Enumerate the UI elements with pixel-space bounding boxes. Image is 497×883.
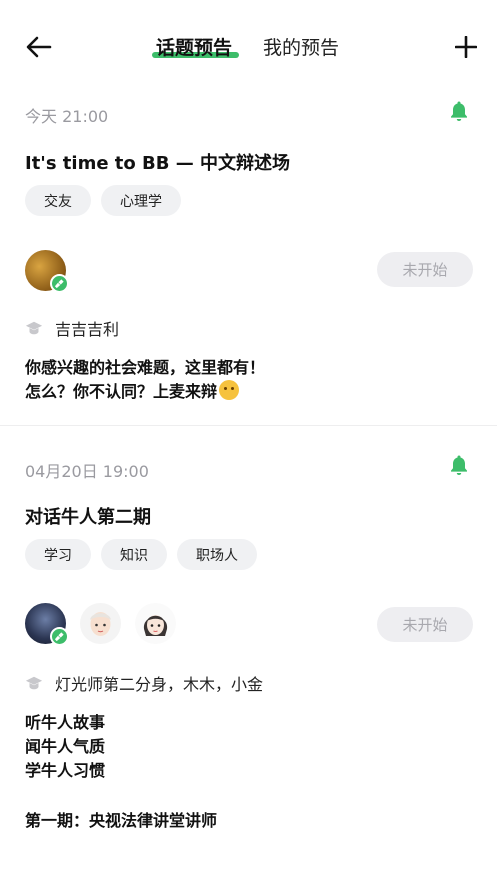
host-names: 吉吉吉利 (55, 320, 120, 339)
host-list: 吉吉吉利 (25, 316, 119, 340)
host-list: 灯光师第二分身，木木，小金 (25, 671, 263, 695)
tag[interactable]: 交友 (25, 185, 91, 216)
tag[interactable]: 学习 (25, 539, 91, 570)
avatar[interactable] (25, 603, 69, 646)
description-spacer (25, 783, 217, 809)
topic-card[interactable]: 04月20日 19:00 对话牛人第二期 学习 知识 职场人 未开始 灯光师第二… (0, 426, 497, 883)
status-button[interactable]: 未开始 (377, 252, 473, 287)
microphone-icon (50, 627, 69, 646)
graduation-cap-icon (25, 321, 43, 335)
hugging-emoji-icon (219, 380, 240, 400)
bell-icon[interactable] (447, 99, 471, 123)
description-line: 闻牛人气质 (25, 737, 106, 756)
topic-description: 听牛人故事 闻牛人气质 学牛人习惯 第一期：央视法律讲堂讲师 (25, 711, 217, 833)
topic-time: 04月20日 19:00 (25, 462, 149, 481)
avatar[interactable] (135, 603, 176, 644)
microphone-icon (50, 274, 69, 293)
topic-title: It's time to BB — 中文辩述场 (25, 153, 291, 174)
topic-title: 对话牛人第二期 (25, 507, 151, 528)
description-line: 学牛人习惯 (25, 761, 106, 780)
tag-list: 交友 心理学 (25, 185, 181, 216)
tag[interactable]: 心理学 (101, 185, 181, 216)
tag-list: 学习 知识 职场人 (25, 539, 257, 570)
topic-time: 今天 21:00 (25, 107, 109, 126)
tag[interactable]: 知识 (101, 539, 167, 570)
tag[interactable]: 职场人 (177, 539, 257, 570)
topic-description: 你感兴趣的社会难题，这里都有！ 怎么？你不认同？上麦来辩 (25, 356, 265, 404)
status-button[interactable]: 未开始 (377, 607, 473, 642)
bell-icon[interactable] (447, 453, 471, 477)
speaker-avatars (25, 250, 69, 293)
description-line: 你感兴趣的社会难题，这里都有！ (25, 358, 266, 377)
avatar[interactable] (80, 603, 121, 644)
graduation-cap-icon (25, 676, 43, 690)
description-line: 第一期：央视法律讲堂讲师 (25, 811, 218, 830)
description-line: 怎么？你不认同？上麦来辩 (25, 380, 265, 404)
topic-card[interactable]: 今天 21:00 It's time to BB — 中文辩述场 交友 心理学 … (0, 0, 497, 425)
avatar[interactable] (25, 250, 69, 293)
host-names: 灯光师第二分身，木木，小金 (55, 675, 264, 694)
description-line: 听牛人故事 (25, 713, 106, 732)
speaker-avatars (25, 603, 176, 646)
